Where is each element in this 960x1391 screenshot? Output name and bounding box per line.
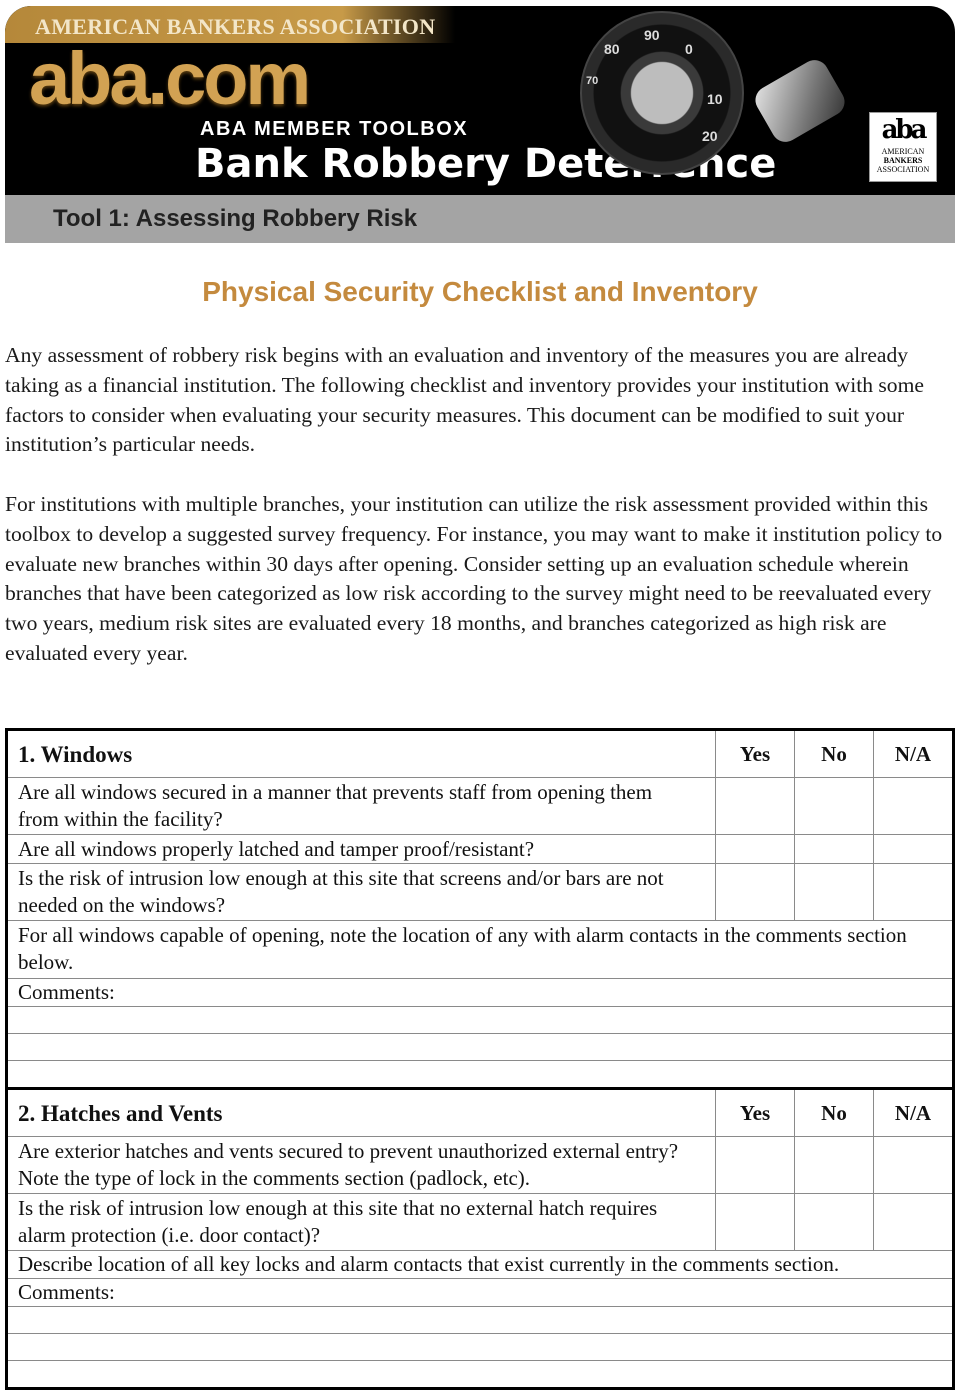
comments-label: Comments: xyxy=(6,978,954,1007)
answer-yes-cell[interactable] xyxy=(715,834,795,864)
answer-no-cell[interactable] xyxy=(794,1193,874,1251)
question-row: Are exterior hatches and vents secured t… xyxy=(6,1136,954,1194)
question-text: Is the risk of intrusion low enough at t… xyxy=(6,863,716,921)
dial-mark: 0 xyxy=(685,41,693,57)
aba-logo-mark: aba xyxy=(881,115,928,145)
answer-na-cell[interactable] xyxy=(873,834,954,864)
answer-na-cell[interactable] xyxy=(873,863,954,921)
answer-no-cell[interactable] xyxy=(794,1136,874,1194)
dial-mark: 90 xyxy=(644,27,660,43)
answer-na-cell[interactable] xyxy=(873,777,954,835)
question-text: Is the risk of intrusion low enough at t… xyxy=(6,1193,716,1251)
question-text: Are all windows secured in a manner that… xyxy=(6,777,716,835)
note-row: Describe location of all key locks and a… xyxy=(6,1250,954,1279)
tool-bar: Tool 1: Assessing Robbery Risk xyxy=(5,195,955,243)
comment-line xyxy=(6,1033,954,1061)
answer-na-cell[interactable] xyxy=(873,1193,954,1251)
dial-mark: 70 xyxy=(586,75,599,87)
comment-input[interactable] xyxy=(6,1006,954,1034)
section-title: 1. Windows xyxy=(6,729,716,778)
answer-no-cell[interactable] xyxy=(794,834,874,864)
answer-yes-cell[interactable] xyxy=(715,1193,795,1251)
safe-dial-icon: 80 90 0 10 20 70 xyxy=(580,11,744,175)
toolbox-label: ABA MEMBER TOOLBOX xyxy=(200,118,469,140)
section-header-row: 1. Windows Yes No N/A xyxy=(6,729,954,778)
branches-paragraph: For institutions with multiple branches,… xyxy=(5,492,943,665)
tool-title: Tool 1: Assessing Robbery Risk xyxy=(53,205,418,232)
intro-paragraph: Any assessment of robbery risk begins wi… xyxy=(5,343,924,457)
column-yes: Yes xyxy=(715,1088,795,1137)
checklist-windows: 1. Windows Yes No N/A Are all windows se… xyxy=(5,728,955,1090)
section-header-row: 2. Hatches and Vents Yes No N/A xyxy=(6,1088,954,1137)
comment-line xyxy=(6,1360,954,1389)
column-no: No xyxy=(794,729,874,778)
checklist-hatches-vents: 2. Hatches and Vents Yes No N/A Are exte… xyxy=(5,1087,955,1390)
question-row: Are all windows properly latched and tam… xyxy=(6,834,954,864)
question-row: Is the risk of intrusion low enough at t… xyxy=(6,863,954,921)
comment-input[interactable] xyxy=(6,1060,954,1089)
answer-na-cell[interactable] xyxy=(873,1136,954,1194)
comment-line xyxy=(6,1306,954,1334)
comment-input[interactable] xyxy=(6,1360,954,1389)
comments-label: Comments: xyxy=(6,1278,954,1307)
header-banner: AMERICAN BANKERS ASSOCIATION aba.com ABA… xyxy=(5,6,955,195)
dial-mark: 20 xyxy=(702,128,718,144)
answer-yes-cell[interactable] xyxy=(715,1136,795,1194)
logo-text-line: AMERICAN xyxy=(881,147,925,156)
document-title: Physical Security Checklist and Inventor… xyxy=(202,276,758,307)
aba-logo: aba AMERICAN BANKERS ASSOCIATION xyxy=(869,112,937,182)
site-name-logo: aba.com xyxy=(29,37,311,120)
comment-line xyxy=(6,1006,954,1034)
dial-mark: 10 xyxy=(707,91,723,107)
column-yes: Yes xyxy=(715,729,795,778)
section-note: Describe location of all key locks and a… xyxy=(6,1250,954,1279)
comments-row: Comments: xyxy=(6,1278,954,1307)
question-text: Are exterior hatches and vents secured t… xyxy=(6,1136,716,1194)
comment-input[interactable] xyxy=(6,1033,954,1061)
answer-no-cell[interactable] xyxy=(794,777,874,835)
question-row: Is the risk of intrusion low enough at t… xyxy=(6,1193,954,1251)
question-text: Are all windows properly latched and tam… xyxy=(6,834,716,864)
comment-line xyxy=(6,1333,954,1361)
safe-handle-icon xyxy=(750,55,850,147)
comment-input[interactable] xyxy=(6,1333,954,1361)
logo-text-line: ASSOCIATION xyxy=(876,165,930,174)
answer-yes-cell[interactable] xyxy=(715,777,795,835)
comment-input[interactable] xyxy=(6,1306,954,1334)
answer-yes-cell[interactable] xyxy=(715,863,795,921)
comment-line xyxy=(6,1060,954,1089)
logo-text-line: BANKERS xyxy=(883,156,923,165)
note-row: For all windows capable of opening, note… xyxy=(6,920,954,979)
aba-logo-text: AMERICAN BANKERS ASSOCIATION xyxy=(870,147,936,174)
comments-row: Comments: xyxy=(6,978,954,1007)
section-title: 2. Hatches and Vents xyxy=(6,1088,716,1137)
column-na: N/A xyxy=(873,729,954,778)
column-no: No xyxy=(794,1088,874,1137)
section-note: For all windows capable of opening, note… xyxy=(6,920,954,979)
answer-no-cell[interactable] xyxy=(794,863,874,921)
column-na: N/A xyxy=(873,1088,954,1137)
question-row: Are all windows secured in a manner that… xyxy=(6,777,954,835)
dial-mark: 80 xyxy=(604,41,620,57)
